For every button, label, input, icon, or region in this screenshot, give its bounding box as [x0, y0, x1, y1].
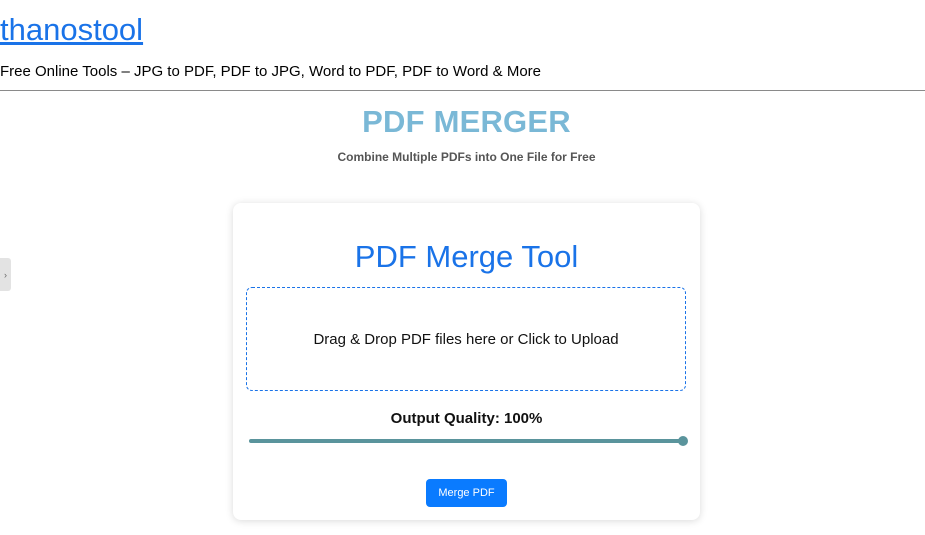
- merge-pdf-button[interactable]: Merge PDF: [426, 479, 507, 507]
- output-quality-slider[interactable]: [249, 439, 683, 443]
- site-header: thanostool Free Online Tools – JPG to PD…: [0, 0, 925, 91]
- page-title: PDF MERGER: [362, 104, 571, 139]
- output-quality-slider-thumb[interactable]: [678, 436, 688, 446]
- site-tagline: Free Online Tools – JPG to PDF, PDF to J…: [0, 63, 542, 80]
- pdf-upload-dropzone[interactable]: Drag & Drop PDF files here or Click to U…: [246, 287, 686, 391]
- page-subtitle: Combine Multiple PDFs into One File for …: [337, 150, 596, 164]
- dropzone-text: Drag & Drop PDF files here or Click to U…: [313, 330, 619, 348]
- sidebar-toggle-chevron-icon[interactable]: ›: [0, 258, 11, 291]
- output-quality-label: Output Quality: 100%: [390, 410, 543, 427]
- pdf-merge-card: PDF Merge Tool Drag & Drop PDF files her…: [233, 203, 700, 520]
- tool-title: PDF Merge Tool: [354, 239, 579, 274]
- site-title-link[interactable]: thanostool: [0, 12, 143, 48]
